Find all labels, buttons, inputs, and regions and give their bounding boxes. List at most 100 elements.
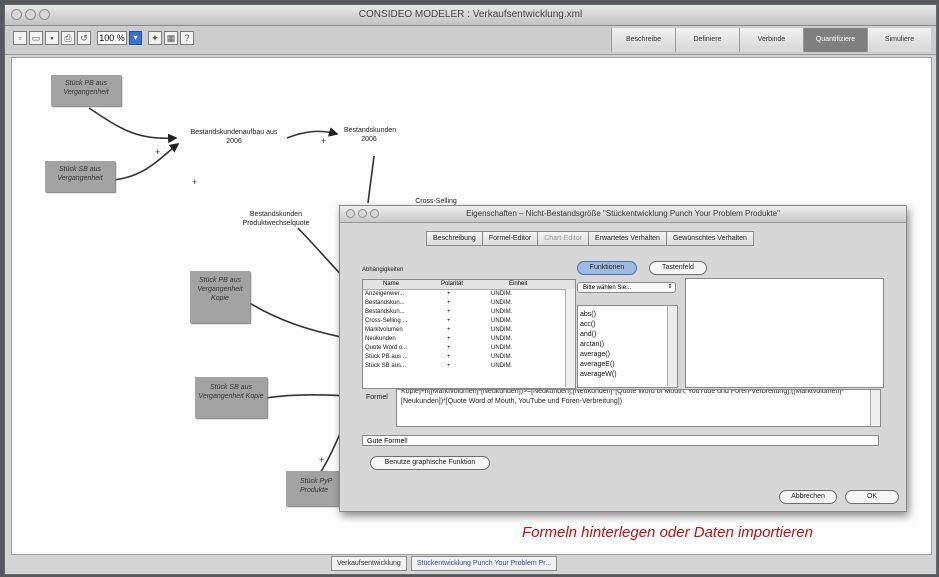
function-list[interactable]: abs() acc() and() arctan() average() ave… bbox=[577, 305, 678, 388]
column-header-einheit[interactable]: Einheit bbox=[509, 280, 527, 289]
formula-status-field: Gute Formel! bbox=[362, 435, 879, 446]
table-row[interactable]: Marktvolumen + UNDIM. bbox=[363, 326, 563, 335]
print-icon[interactable]: ⎙ bbox=[61, 31, 75, 45]
list-item[interactable]: acc() bbox=[580, 321, 596, 328]
node-stueck-sb-vergangenheit[interactable]: Stück SB aus Vergangenheit bbox=[45, 161, 115, 192]
polarity-plus: + bbox=[321, 136, 327, 146]
dep-name: Bestandskun... bbox=[365, 309, 405, 315]
formula-scrollbar[interactable] bbox=[870, 390, 880, 425]
tab-gewuenschtes-verhalten[interactable]: Gewünschtes Verhalten bbox=[666, 231, 754, 246]
node-stueck-sb-kopie[interactable]: Stück SB aus Vergangenheit Kopie bbox=[195, 377, 267, 418]
dep-unit: UNDIM. bbox=[491, 336, 513, 342]
dependencies-table[interactable]: Name Polarität Einheit Anzeigenwer... + UN… bbox=[362, 279, 576, 389]
dep-unit: UNDIM. bbox=[491, 300, 513, 306]
open-folder-icon[interactable]: ▭ bbox=[29, 31, 43, 45]
list-item[interactable]: averageE() bbox=[580, 361, 615, 368]
keypad-button[interactable]: Tastenfeld bbox=[649, 261, 707, 275]
lightbulb-icon[interactable]: ✦ bbox=[148, 31, 162, 45]
table-row[interactable]: Bestandskun... + UNDIM. bbox=[363, 299, 563, 308]
toolbar: ▫ ▭ ▪ ⎙ ↺ 100 % ▾ ✦ ▦ ? Beschreibe Defin… bbox=[5, 26, 936, 55]
save-icon[interactable]: ▪ bbox=[45, 31, 59, 45]
dep-name: Stück SB aus... bbox=[365, 363, 407, 369]
table-row[interactable]: Neukunden + UNDIM. bbox=[363, 335, 563, 344]
undo-icon[interactable]: ↺ bbox=[77, 31, 91, 45]
function-description-panel bbox=[685, 278, 884, 388]
link-arrow bbox=[265, 393, 347, 399]
dep-unit: UNDIM. bbox=[491, 318, 513, 324]
caption-text: Formeln hinterlegen oder Daten importier… bbox=[522, 524, 813, 541]
dep-polarity: + bbox=[447, 300, 451, 306]
dep-unit: UNDIM. bbox=[491, 345, 513, 351]
node-label: Stück PB aus Vergangenheit Kopie bbox=[197, 277, 243, 302]
list-item[interactable]: averageW() bbox=[580, 371, 617, 378]
dialog-tabs: Beschreibung Formel-Editor Chart-Editor … bbox=[426, 231, 754, 246]
tab-verbinde[interactable]: Verbinde bbox=[739, 28, 803, 52]
ok-button[interactable]: OK bbox=[845, 490, 899, 504]
function-category-select[interactable]: Bitte wählen Sie... ⇕ bbox=[577, 282, 676, 293]
table-row[interactable]: Bestandskun... + UNDIM. bbox=[363, 308, 563, 317]
table-row[interactable]: Cross-Selling ... + UNDIM. bbox=[363, 317, 563, 326]
formula-label: Formel bbox=[366, 394, 388, 401]
tab-quantifiziere[interactable]: Quantifiziere bbox=[803, 28, 867, 52]
dep-polarity: + bbox=[447, 336, 451, 342]
table-header: Name Polarität Einheit bbox=[363, 280, 575, 290]
dep-unit: UNDIM. bbox=[491, 363, 513, 369]
tab-beschreibe[interactable]: Beschreibe bbox=[611, 28, 675, 52]
dep-polarity: + bbox=[447, 318, 451, 324]
list-item[interactable]: abs() bbox=[580, 311, 596, 318]
polarity-plus: + bbox=[155, 147, 161, 157]
tab-stueckentwicklung[interactable]: Stückentwicklung Punch Your Problem Pr..… bbox=[410, 556, 558, 571]
new-document-icon[interactable]: ▫ bbox=[13, 31, 27, 45]
zoom-level-field[interactable]: 100 % bbox=[97, 31, 127, 45]
dependencies-scrollbar[interactable] bbox=[565, 289, 575, 387]
function-list-scrollbar[interactable] bbox=[667, 306, 677, 386]
window-titlebar: CONSIDEO MODELER : Verkaufsentwicklung.x… bbox=[5, 5, 936, 26]
tab-erwartetes-verhalten[interactable]: Erwartetes Verhalten bbox=[588, 231, 667, 246]
dep-name: Cross-Selling ... bbox=[365, 318, 408, 324]
tab-formel-editor[interactable]: Formel-Editor bbox=[482, 231, 539, 246]
node-stueck-pb-vergangenheit[interactable]: Stück PB aus Vergangenheit bbox=[51, 75, 121, 106]
tab-simuliere[interactable]: Simuliere bbox=[867, 28, 931, 52]
link-arrow bbox=[113, 143, 180, 181]
node-stueck-pb-kopie[interactable]: Stück PB aus Vergangenheit Kopie bbox=[190, 271, 250, 323]
dep-unit: UNDIM. bbox=[491, 291, 513, 297]
column-header-polaritaet[interactable]: Polarität bbox=[441, 280, 463, 289]
chevron-updown-icon: ⇕ bbox=[667, 284, 673, 290]
dep-polarity: + bbox=[447, 363, 451, 369]
list-item[interactable]: arctan() bbox=[580, 341, 604, 348]
formula-editor[interactable]: Kopie]+if([Marktvolumen]-[Neukunden])>=[… bbox=[396, 389, 881, 427]
node-label: Stück SB aus Vergangenheit Kopie bbox=[198, 384, 264, 400]
diagram-tabs: Verkaufsentwicklung Stückentwicklung Pun… bbox=[331, 556, 558, 571]
zoom-dropdown-icon[interactable]: ▾ bbox=[129, 31, 142, 45]
graphic-function-button[interactable]: Benutze graphische Funktion bbox=[370, 456, 490, 470]
node-bestandskunden-produktwechselquote[interactable]: Bestandskunden Produktwechselquote bbox=[236, 210, 316, 228]
node-bestandskunden-2006[interactable]: Bestandskunden 2006 bbox=[344, 126, 396, 144]
tab-beschreibung[interactable]: Beschreibung bbox=[426, 231, 483, 246]
polarity-plus: + bbox=[192, 177, 198, 187]
mode-tabs: Beschreibe Definiere Verbinde Quantifizi… bbox=[611, 28, 931, 52]
polarity-plus: + bbox=[319, 455, 325, 465]
tab-verkaufsentwicklung[interactable]: Verkaufsentwicklung bbox=[331, 556, 407, 571]
dependencies-label: Abhängigkeiten bbox=[362, 267, 404, 273]
list-item[interactable]: and() bbox=[580, 331, 596, 338]
node-label: Stück SB aus Vergangenheit bbox=[57, 166, 103, 182]
link-arrow bbox=[88, 107, 178, 144]
table-row[interactable]: Quote Word o... + UNDIM. bbox=[363, 344, 563, 353]
dep-unit: UNDIM. bbox=[491, 309, 513, 315]
tab-definiere[interactable]: Definiere bbox=[675, 28, 739, 52]
window-title: CONSIDEO MODELER : Verkaufsentwicklung.x… bbox=[358, 9, 583, 20]
column-header-name[interactable]: Name bbox=[383, 280, 399, 289]
list-item[interactable]: average() bbox=[580, 351, 610, 358]
table-row[interactable]: Anzeigenwer... + UNDIM. bbox=[363, 290, 563, 299]
functions-button[interactable]: Funktionen bbox=[577, 261, 637, 275]
table-row[interactable]: Stück PB aus ... + UNDIM. bbox=[363, 353, 563, 362]
dep-name: Stück PB aus ... bbox=[365, 354, 408, 360]
tab-chart-editor: Chart-Editor bbox=[538, 231, 589, 246]
dep-polarity: + bbox=[447, 309, 451, 315]
link-arrow bbox=[367, 155, 375, 204]
grid-icon[interactable]: ▦ bbox=[164, 31, 178, 45]
help-icon[interactable]: ? bbox=[180, 31, 194, 45]
node-bestandskundenaufbau[interactable]: Bestandskundenaufbau aus 2006 bbox=[184, 128, 284, 146]
cancel-button[interactable]: Abbrechen bbox=[779, 490, 837, 504]
table-row[interactable]: Stück SB aus... + UNDIM. bbox=[363, 362, 563, 371]
